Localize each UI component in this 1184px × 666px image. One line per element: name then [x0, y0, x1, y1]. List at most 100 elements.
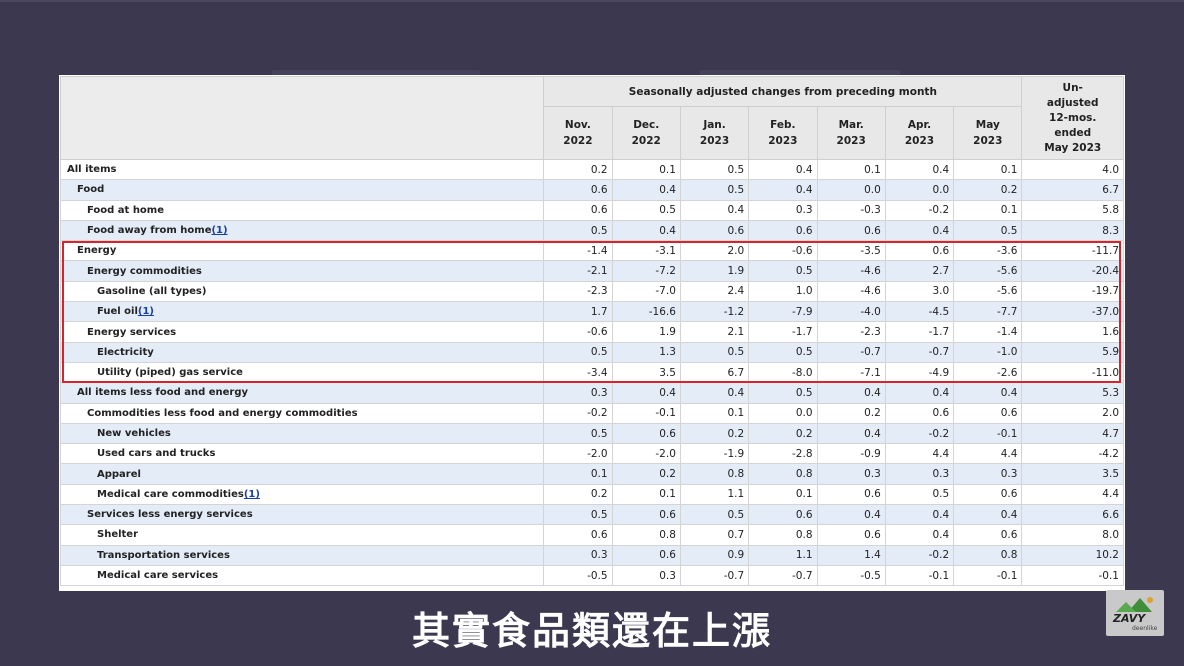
month-header: Feb. 2023 — [748, 106, 818, 160]
value-cell: 0.2 — [748, 422, 818, 445]
video-subtitle: 其實食品類還在上漲 — [411, 609, 772, 653]
row-label: Medical care services — [59, 564, 545, 587]
value-cell: 0.8 — [611, 524, 681, 546]
row-label: Apparel — [59, 463, 545, 485]
value-cell: -11.7 — [1021, 240, 1124, 262]
value-cell: -7.0 — [611, 280, 681, 303]
value-cell: 0.4 — [611, 219, 681, 242]
value-cell: 0.5 — [679, 158, 750, 181]
value-cell: -4.9 — [884, 361, 955, 384]
row-label: All items — [59, 158, 545, 181]
value-cell: -7.2 — [611, 260, 681, 282]
table-row: Gasoline (all types) -2.3 -7.0 2.4 1.0 -4.6 3.… — [59, 280, 1124, 303]
table-row: Medical care commodities(1) 0.2 0.1 1.1 0.1 0… — [59, 483, 1124, 506]
row-label: Energy — [59, 240, 545, 262]
value-cell: 0.6 — [611, 422, 681, 445]
value-cell: 0.0 — [816, 179, 886, 201]
value-cell: -37.0 — [1021, 301, 1124, 323]
value-cell: -5.6 — [953, 260, 1023, 282]
value-cell: -0.1 — [1021, 564, 1124, 587]
value-cell: 1.3 — [611, 341, 681, 363]
value-cell: 0.1 — [816, 158, 886, 181]
value-cell: -20.4 — [1021, 260, 1124, 282]
value-cell: 0.6 — [884, 402, 955, 424]
value-cell: 0.4 — [679, 199, 750, 221]
value-cell: 0.5 — [611, 199, 681, 221]
value-cell: 3.5 — [1021, 463, 1124, 485]
value-cell: -0.7 — [679, 564, 750, 587]
value-cell: 4.4 — [953, 443, 1023, 465]
value-cell: 1.1 — [748, 544, 818, 566]
value-cell: 1.6 — [1021, 321, 1124, 343]
value-cell: 0.5 — [543, 422, 613, 445]
value-cell: -1.0 — [953, 341, 1023, 363]
value-cell: 0.4 — [953, 504, 1023, 526]
value-cell: 0.5 — [953, 219, 1023, 242]
seasonal-group-header: Seasonally adjusted changes from precedi… — [543, 76, 1023, 107]
value-cell: 0.6 — [748, 504, 818, 526]
value-cell: -0.2 — [884, 422, 955, 445]
value-cell: -4.6 — [816, 260, 886, 282]
value-cell: 0.3 — [884, 463, 955, 485]
channel-logo: ZAVY deenlike — [1106, 590, 1164, 636]
row-label: Medical care commodities(1) — [59, 483, 545, 506]
value-cell: 4.4 — [884, 443, 955, 465]
value-cell: -7.9 — [748, 301, 818, 323]
value-cell: 0.6 — [748, 219, 818, 242]
value-cell: -16.6 — [611, 301, 681, 323]
value-cell: 0.5 — [679, 179, 750, 201]
value-cell: 8.0 — [1021, 524, 1124, 546]
value-cell: 0.0 — [748, 402, 818, 424]
value-cell: 0.5 — [884, 483, 955, 506]
value-cell: 0.4 — [611, 179, 681, 201]
value-cell: 1.4 — [816, 544, 886, 566]
unadjusted-header: Un- adjusted 12-mos. ended May 2023 — [1021, 76, 1124, 160]
row-label: Energy commodities — [59, 260, 545, 282]
value-cell: 2.7 — [884, 260, 955, 282]
value-cell: -19.7 — [1021, 280, 1124, 303]
cpi-table: Seasonally adjusted changes from precedi… — [59, 76, 1124, 587]
value-cell: -4.0 — [816, 301, 886, 323]
value-cell: 0.5 — [543, 341, 613, 363]
table-row: Energy -1.4 -3.1 2.0 -0.6 -3.5 0.6 -3.6 -11.7 — [59, 240, 1124, 262]
value-cell: 0.5 — [543, 219, 613, 242]
value-cell: -0.7 — [748, 564, 818, 587]
value-cell: -8.0 — [748, 361, 818, 384]
value-cell: -0.7 — [884, 341, 955, 363]
value-cell: 0.1 — [543, 463, 613, 485]
value-cell: 0.8 — [679, 463, 750, 485]
value-cell: 0.5 — [679, 504, 750, 526]
value-cell: -2.3 — [816, 321, 886, 343]
value-cell: 0.6 — [611, 504, 681, 526]
month-header: Mar. 2023 — [816, 106, 886, 160]
value-cell: 5.3 — [1021, 382, 1124, 404]
value-cell: -0.1 — [884, 564, 955, 587]
value-cell: 0.4 — [816, 422, 886, 445]
table-row: Fuel oil(1) 1.7 -16.6 -1.2 -7.9 -4.0 -4.5 -7.7-… — [59, 301, 1124, 323]
month-header: Apr. 2023 — [884, 106, 955, 160]
table-row: Services less energy services 0.5 0.6 0.5 0.… — [59, 504, 1124, 526]
value-cell: -2.3 — [543, 280, 613, 303]
table-row: Commodities less food and energy commodi… — [59, 402, 1124, 424]
value-cell: 3.0 — [884, 280, 955, 303]
value-cell: 0.2 — [953, 179, 1023, 201]
value-cell: 0.1 — [953, 199, 1023, 221]
month-header: Dec. 2022 — [611, 106, 681, 160]
value-cell: -7.1 — [816, 361, 886, 384]
footnote-link[interactable]: (1) — [138, 306, 154, 317]
value-cell: 0.4 — [884, 219, 955, 242]
value-cell: 1.7 — [543, 301, 613, 323]
value-cell: 0.2 — [543, 483, 613, 506]
value-cell: -4.5 — [884, 301, 955, 323]
value-cell: 0.4 — [884, 524, 955, 546]
row-label: Food — [59, 179, 545, 201]
value-cell: 0.2 — [816, 402, 886, 424]
value-cell: 4.7 — [1021, 422, 1124, 445]
value-cell: 0.6 — [543, 179, 613, 201]
footnote-link[interactable]: (1) — [211, 225, 227, 236]
value-cell: 0.4 — [748, 158, 818, 181]
footnote-link[interactable]: (1) — [244, 489, 260, 500]
value-cell: 0.7 — [679, 524, 750, 546]
row-label: Transportation services — [59, 544, 545, 566]
value-cell: 1.1 — [679, 483, 750, 506]
